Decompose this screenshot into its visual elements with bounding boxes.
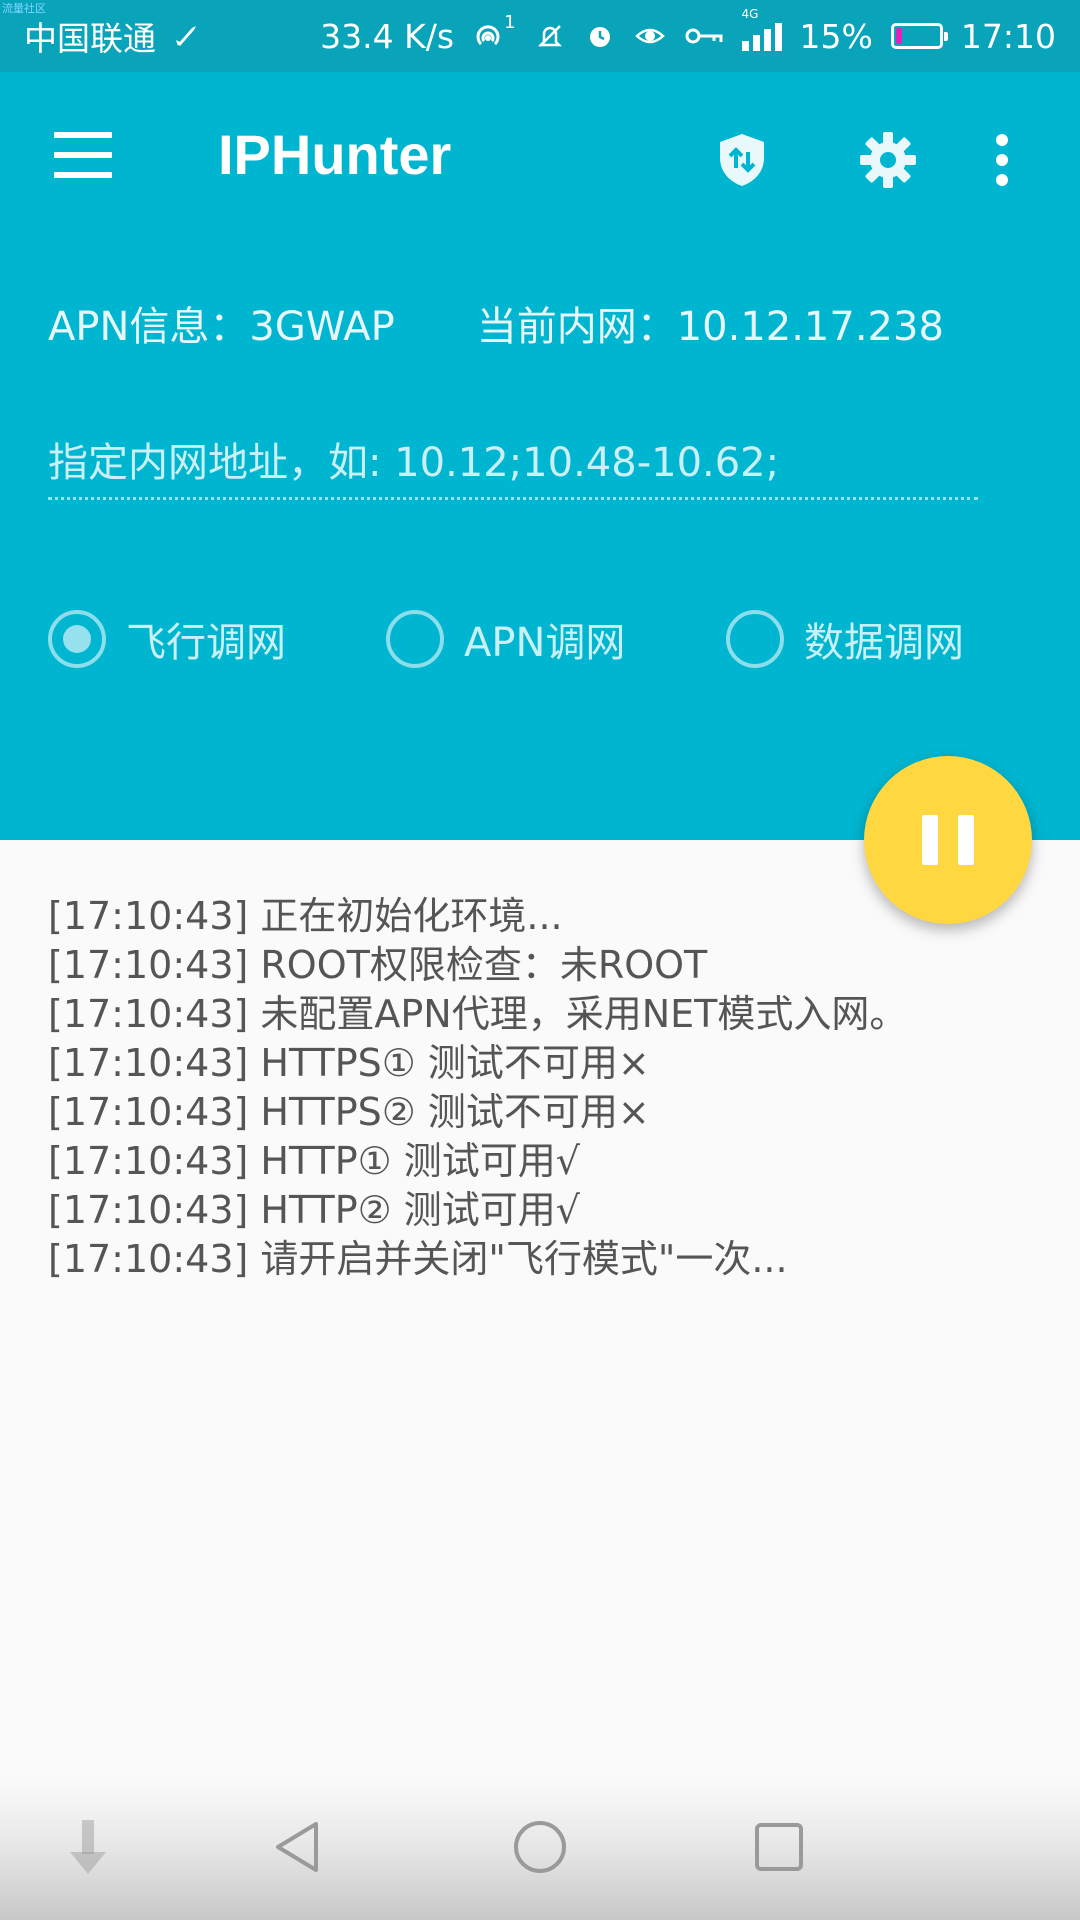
hotspot-count: 1 xyxy=(504,11,516,33)
alarm-icon xyxy=(589,27,610,47)
home-icon[interactable] xyxy=(505,1812,575,1882)
radio-button[interactable] xyxy=(48,610,106,668)
log-line: [17:10:43] 未配置APN代理，采用NET模式入网。 xyxy=(48,992,908,1036)
log-line: [17:10:43] HTTP① 测试可用√ xyxy=(48,1139,581,1183)
pause-icon-bar xyxy=(958,815,974,865)
menu-icon[interactable] xyxy=(54,132,114,178)
radio-label: 数据调网 xyxy=(804,620,964,666)
header-panel: IPHunter APN信息：3GWAP 当前内网：10.12.17.238 指… xyxy=(0,72,1080,840)
status-bar: 流量社区 中国联通 33.4 K/s 1 4G 15% 17:10 xyxy=(0,0,1080,72)
radio-label: 飞行调网 xyxy=(126,620,286,666)
status-left: 中国联通 xyxy=(24,12,202,60)
app-title: IPHunter xyxy=(218,123,452,186)
rocket-icon xyxy=(176,26,196,46)
download-arrow-icon[interactable] xyxy=(54,1812,124,1882)
signal-indicator: 4G xyxy=(741,7,782,51)
corner-watermark: 流量社区 xyxy=(2,2,46,15)
signal-icon xyxy=(741,21,782,51)
shield-icon[interactable] xyxy=(710,128,774,192)
battery-percent: 15% xyxy=(799,16,873,56)
log-line: [17:10:43] HTTP② 测试可用√ xyxy=(48,1188,581,1232)
gear-icon[interactable] xyxy=(856,128,920,192)
network-info: APN信息：3GWAP 当前内网：10.12.17.238 xyxy=(48,294,944,352)
status-right: 33.4 K/s 1 4G 15% 17:10 xyxy=(320,7,1056,56)
network-speed: 33.4 K/s xyxy=(320,16,455,56)
pause-icon xyxy=(922,815,938,865)
radio-button[interactable] xyxy=(726,610,784,668)
radio-button[interactable] xyxy=(386,610,444,668)
mode-radio-group: 飞行调网 APN调网 数据调网 xyxy=(48,610,1038,680)
clock: 17:10 xyxy=(960,16,1056,56)
log-line: [17:10:43] HTTPS① 测试不可用× xyxy=(48,1041,650,1085)
hotspot-icon xyxy=(476,25,500,46)
battery-icon xyxy=(890,23,948,49)
log-line: [17:10:43] HTTPS② 测试不可用× xyxy=(48,1090,650,1134)
eye-icon xyxy=(634,28,665,44)
toolbar: IPHunter xyxy=(0,72,1080,240)
system-nav-bar xyxy=(0,1780,1080,1920)
battery-fill xyxy=(895,28,902,44)
radio-apn-mode[interactable]: APN调网 xyxy=(386,610,625,668)
log-line: [17:10:43] 正在初始化环境... xyxy=(48,894,563,938)
more-vert-icon[interactable] xyxy=(982,128,1022,192)
carrier-label: 中国联通 xyxy=(24,19,156,58)
log-line: [17:10:43] ROOT权限检查：未ROOT xyxy=(48,943,708,987)
recents-icon[interactable] xyxy=(744,1812,814,1882)
apn-info: APN信息：3GWAP xyxy=(48,304,395,350)
hotspot-indicator: 1 xyxy=(472,12,516,52)
log-line: [17:10:43] 请开启并关闭"飞行模式"一次... xyxy=(48,1237,788,1281)
intranet-ip: 当前内网：10.12.17.238 xyxy=(476,304,944,350)
intranet-filter-input[interactable] xyxy=(48,428,978,500)
radio-airplane-mode[interactable]: 飞行调网 xyxy=(48,610,286,668)
back-icon[interactable] xyxy=(264,1812,334,1882)
bell-off-icon xyxy=(537,25,562,47)
network-type: 4G xyxy=(741,7,759,21)
vpn-key-icon xyxy=(685,28,723,44)
radio-label: APN调网 xyxy=(464,620,626,666)
log-output: [17:10:43] 正在初始化环境... [17:10:43] ROOT权限检… xyxy=(48,892,1048,1284)
radio-data-mode[interactable]: 数据调网 xyxy=(726,610,964,668)
